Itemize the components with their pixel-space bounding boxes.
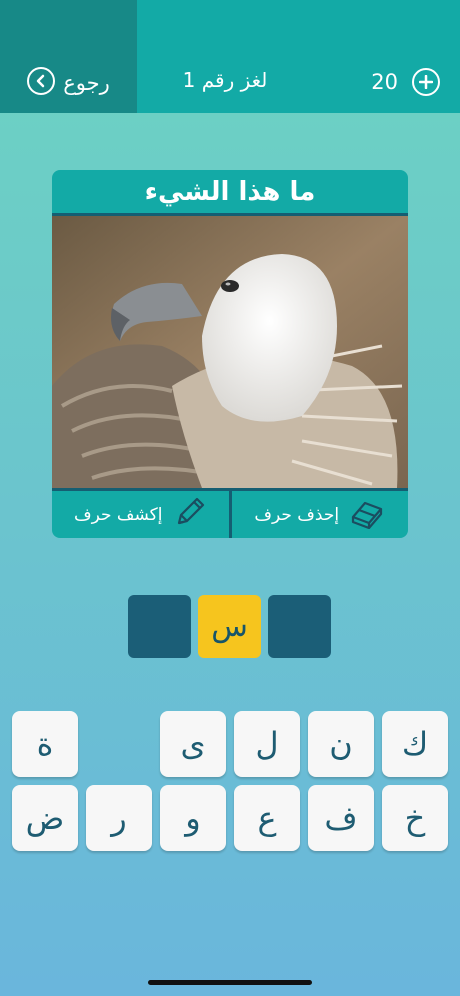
letter-key[interactable]: ع (234, 785, 300, 851)
letter-key[interactable]: ة (12, 711, 78, 777)
remove-letter-label: إحذف حرف (254, 504, 340, 525)
home-indicator (148, 980, 312, 985)
letter-key[interactable]: و (160, 785, 226, 851)
puzzle-card: ما هذا الشيء إكشف حرف إحذف حرف (52, 170, 408, 538)
back-button[interactable]: رجوع (0, 0, 137, 113)
eraser-icon (349, 495, 385, 534)
answer-slot[interactable] (128, 595, 191, 658)
reveal-letter-label: إكشف حرف (74, 504, 163, 525)
remove-letter-button[interactable]: إحذف حرف (228, 491, 409, 538)
back-label: رجوع (63, 71, 110, 95)
letter-key[interactable]: ل (234, 711, 300, 777)
page-title: لغز رقم 1 (182, 68, 268, 92)
letter-key[interactable]: ن (308, 711, 374, 777)
top-bar: رجوع لغز رقم 1 20 (0, 0, 460, 113)
chevron-left-icon (27, 67, 56, 95)
coins-counter: 20 (371, 68, 440, 96)
letter-key[interactable]: ر (86, 785, 152, 851)
pencil-icon (173, 495, 207, 534)
letter-key[interactable]: ى (160, 711, 226, 777)
answer-slot[interactable] (268, 595, 331, 658)
answer-slots: س (128, 595, 332, 659)
plus-icon[interactable] (412, 68, 440, 96)
letter-key[interactable]: ك (382, 711, 448, 777)
puzzle-image (52, 216, 408, 488)
reveal-letter-button[interactable]: إكشف حرف (52, 491, 229, 538)
hint-actions: إكشف حرف إحذف حرف (52, 488, 408, 538)
letter-key[interactable]: خ (382, 785, 448, 851)
letter-key[interactable]: ف (308, 785, 374, 851)
answer-slot[interactable]: س (198, 595, 261, 658)
coins-count: 20 (371, 70, 398, 94)
letter-key[interactable]: ض (12, 785, 78, 851)
question-title: ما هذا الشيء (52, 170, 408, 216)
